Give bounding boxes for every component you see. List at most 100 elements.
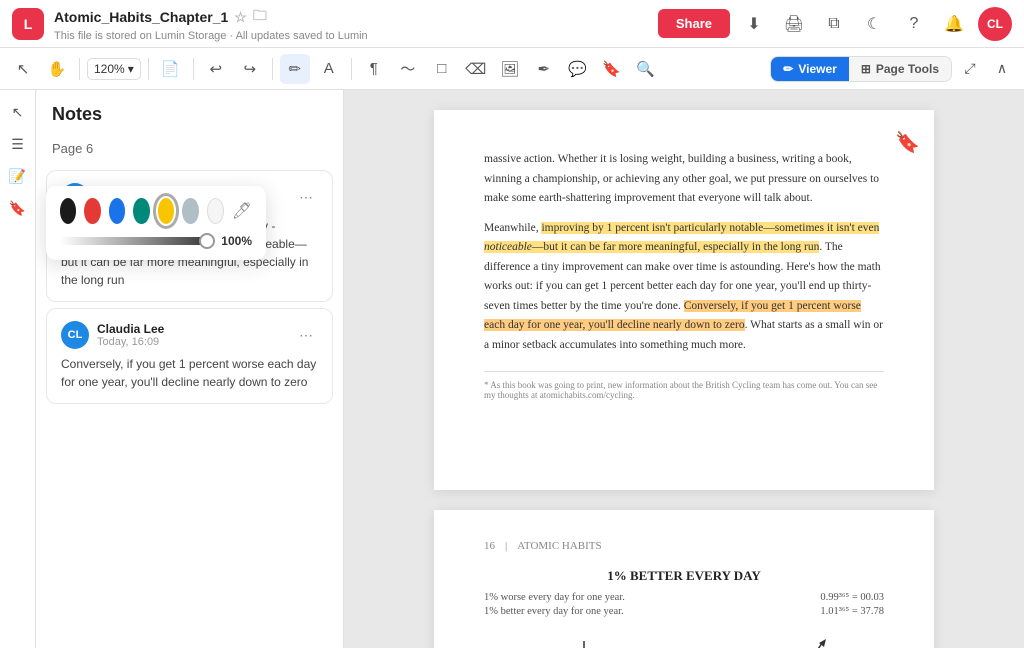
toolbar: ↖ ✋ 120% ▾ 📄 ↩ ↪ ✏ A ¶ 〜 □ ⌫ 🖼 ✒ 💬 🔖 🔍 ✏… [0, 48, 1024, 90]
download-icon[interactable]: ⬇ [738, 8, 770, 40]
opacity-slider[interactable] [60, 237, 213, 245]
zoom-chevron: ▾ [128, 62, 134, 76]
notes-panel: Notes 🖊 100% Page 6 [36, 90, 344, 648]
expand-icon[interactable]: ⤢ [956, 55, 984, 83]
undo-icon[interactable]: ↩ [201, 54, 231, 84]
hand-tool[interactable]: ✋ [42, 54, 72, 84]
doc-area: 🔖 massive action. Whether it is losing w… [344, 90, 1024, 648]
file-name: Atomic_Habits_Chapter_1 [54, 9, 228, 25]
duplicate-icon[interactable]: ⧉ [818, 8, 850, 40]
note-menu-2[interactable]: ⋯ [294, 323, 318, 347]
collapse-icon[interactable]: ∧ [988, 55, 1016, 83]
erase-tool[interactable]: ⌫ [461, 54, 491, 84]
sidebar-notes-icon[interactable]: 📝 [4, 162, 32, 190]
main-layout: ↖ ☰ 📝 🔖 Notes 🖊 100% [0, 90, 1024, 648]
page-tools-button[interactable]: ⊞ Page Tools [849, 57, 951, 81]
markup-tool[interactable]: 〜 [393, 54, 423, 84]
doc-para2-before: Meanwhile, [484, 222, 541, 234]
star-icon[interactable]: ☆ [234, 9, 247, 26]
bookmark-icon[interactable]: 🔖 [895, 130, 920, 155]
highlight-1: improving by 1 percent isn't particularl… [484, 222, 879, 254]
toolbar-divider-2 [148, 58, 149, 80]
file-subtitle: This file is stored on Lumin Storage · A… [54, 30, 648, 42]
toolbar-divider-1 [79, 58, 80, 80]
zoom-control[interactable]: 120% ▾ [87, 58, 141, 80]
opacity-value: 100% [221, 234, 252, 248]
swatch-yellow[interactable] [158, 198, 174, 224]
chart-title: 1% BETTER EVERY DAY [484, 568, 884, 584]
image-tool[interactable]: 🖼 [495, 54, 525, 84]
toolbar-divider-5 [351, 58, 352, 80]
shape-tool[interactable]: □ [427, 54, 457, 84]
swatch-light-gray[interactable] [182, 198, 198, 224]
opacity-row: 100% [60, 234, 252, 248]
toolbar-divider-3 [193, 58, 194, 80]
page-number-row: 16 | ATOMIC HABITS [484, 540, 884, 552]
chart-row1-value: 0.99³⁶⁵ = 00.03 [820, 592, 884, 603]
doc-text-before: massive action. Whether it is losing wei… [484, 153, 879, 204]
zoom-level: 120% [94, 62, 125, 76]
sidebar-cursor-icon[interactable]: ↖ [4, 98, 32, 126]
page-number: 16 [484, 540, 495, 552]
page-book-title: ATOMIC HABITS [517, 540, 601, 552]
highlight-2: Conversely, if you get 1 percent worse e… [484, 300, 861, 332]
sidebar-bookmark-icon[interactable]: 🔖 [4, 194, 32, 222]
redo-icon[interactable]: ↪ [235, 54, 265, 84]
chart-area [484, 631, 884, 648]
sidebar-list-icon[interactable]: ☰ [4, 130, 32, 158]
note-menu-1[interactable]: ⋯ [294, 185, 318, 209]
app-logo[interactable]: L [12, 8, 44, 40]
viewer-icon: ✏ [783, 62, 793, 76]
swatch-black[interactable] [60, 198, 76, 224]
doc-text-1: massive action. Whether it is losing wei… [484, 150, 884, 209]
help-icon[interactable]: ? [898, 8, 930, 40]
stamp-tool[interactable]: 🔖 [597, 54, 627, 84]
comment-tool[interactable]: 💬 [563, 54, 593, 84]
color-picker-popup: 🖊 100% [46, 186, 266, 260]
topbar: L Atomic_Habits_Chapter_1 ☆ 🗀 This file … [0, 0, 1024, 48]
doc-page-2: 16 | ATOMIC HABITS 1% BETTER EVERY DAY 1… [434, 510, 934, 648]
view-toggle: ✏ Viewer ⊞ Page Tools [770, 56, 952, 82]
print-icon[interactable]: 🖨 [778, 8, 810, 40]
doc-page-1: 🔖 massive action. Whether it is losing w… [434, 110, 934, 490]
topbar-actions: Share ⬇ 🖨 ⧉ ☾ ? 🔔 CL [658, 7, 1012, 41]
swatch-white[interactable] [207, 198, 224, 224]
format-tool[interactable]: ¶ [359, 54, 389, 84]
file-info: Atomic_Habits_Chapter_1 ☆ 🗀 This file is… [54, 5, 648, 42]
file-title-row: Atomic_Habits_Chapter_1 ☆ 🗀 [54, 5, 648, 29]
highlight-tool[interactable]: ✏ [280, 54, 310, 84]
notification-icon[interactable]: 🔔 [938, 8, 970, 40]
cursor-tool[interactable]: ↖ [8, 54, 38, 84]
search-tool[interactable]: 🔍 [631, 54, 661, 84]
user-avatar[interactable]: CL [978, 7, 1012, 41]
swatch-teal[interactable] [133, 198, 149, 224]
chart-row-2: 1% better every day for one year. 1.01³⁶… [484, 606, 884, 617]
share-button[interactable]: Share [658, 9, 730, 38]
chart-row2-value: 1.01³⁶⁵ = 37.78 [820, 606, 884, 617]
toolbar-divider-4 [272, 58, 273, 80]
notes-header: Notes [36, 90, 343, 133]
new-doc-icon[interactable]: 📄 [156, 54, 186, 84]
note-author-info-2: Claudia Lee Today, 16:09 [97, 322, 286, 348]
footnote: * As this book was going to print, new i… [484, 371, 884, 400]
swatch-red[interactable] [84, 198, 100, 224]
chart-row1-label: 1% worse every day for one year. [484, 592, 625, 603]
note-card-header-2: CL Claudia Lee Today, 16:09 ⋯ [61, 321, 318, 349]
doc-para-2: Meanwhile, improving by 1 percent isn't … [484, 219, 884, 356]
page-separator: | [505, 540, 507, 552]
page-label: Page 6 [36, 133, 343, 164]
text-tool[interactable]: A [314, 54, 344, 84]
folder-icon[interactable]: 🗀 [253, 5, 267, 29]
chart-row-1: 1% worse every day for one year. 0.99³⁶⁵… [484, 592, 884, 603]
page-tools-icon: ⊞ [861, 62, 871, 76]
viewer-button[interactable]: ✏ Viewer [771, 57, 849, 81]
swatch-blue[interactable] [109, 198, 125, 224]
pen-tool[interactable]: ✒ [529, 54, 559, 84]
moon-icon[interactable]: ☾ [858, 8, 890, 40]
pen-color-icon[interactable]: 🖊 [232, 198, 252, 224]
note-text-2: Conversely, if you get 1 percent worse e… [61, 355, 318, 391]
chart-row2-label: 1% better every day for one year. [484, 606, 624, 617]
note-time-2: Today, 16:09 [97, 336, 286, 348]
color-swatches: 🖊 [60, 198, 252, 224]
note-card-2[interactable]: CL Claudia Lee Today, 16:09 ⋯ Conversely… [46, 308, 333, 404]
